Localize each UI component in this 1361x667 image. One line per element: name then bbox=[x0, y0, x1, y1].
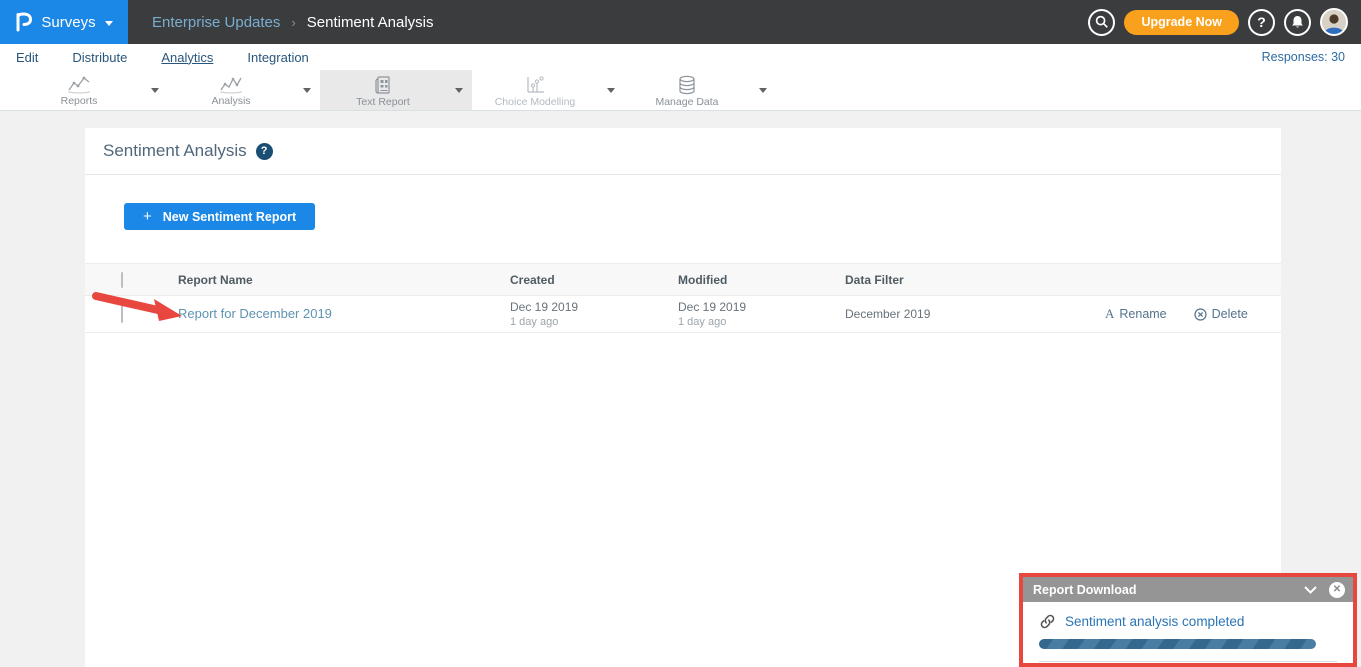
product-name: Surveys bbox=[41, 14, 95, 31]
surveys-product-menu[interactable]: Surveys bbox=[0, 0, 128, 44]
progress-bar bbox=[1039, 639, 1316, 649]
upgrade-now-button[interactable]: Upgrade Now bbox=[1124, 10, 1239, 35]
scatter-chart-icon bbox=[523, 75, 547, 95]
chevron-down-icon bbox=[303, 88, 311, 93]
rename-button[interactable]: A Rename bbox=[1105, 306, 1167, 322]
new-sentiment-report-label: New Sentiment Report bbox=[163, 210, 296, 224]
rename-label: Rename bbox=[1119, 307, 1166, 321]
question-mark-icon: ? bbox=[1257, 14, 1266, 30]
chevron-down-icon bbox=[607, 88, 615, 93]
toolbar-item-label: Text Report bbox=[356, 96, 410, 108]
rename-letter-icon: A bbox=[1105, 306, 1114, 322]
questionpro-logo-icon bbox=[15, 12, 32, 32]
report-document-icon bbox=[371, 75, 395, 95]
collapse-panel-button[interactable] bbox=[1304, 586, 1317, 594]
report-download-header: Report Download ✕ bbox=[1023, 577, 1353, 602]
download-result-link[interactable]: Sentiment analysis completed bbox=[1065, 614, 1244, 629]
report-name-link[interactable]: Report for December 2019 bbox=[178, 306, 332, 321]
manage-data-dropdown-button[interactable] bbox=[750, 70, 776, 110]
table-header-row: Report Name Created Modified Data Filter bbox=[85, 263, 1281, 296]
nav-item-integration[interactable]: Integration bbox=[247, 50, 308, 65]
nav-item-distribute[interactable]: Distribute bbox=[72, 50, 127, 65]
row-checkbox[interactable] bbox=[121, 304, 123, 323]
breadcrumb-current: Sentiment Analysis bbox=[307, 14, 434, 31]
created-relative: 1 day ago bbox=[510, 316, 678, 328]
toolbar-item-choice-modelling[interactable]: Choice Modelling bbox=[472, 70, 624, 110]
analytics-toolbar: Reports Analysis bbox=[0, 70, 1361, 111]
row-actions: A Rename Delete bbox=[1105, 306, 1306, 322]
report-download-title: Report Download bbox=[1033, 583, 1292, 597]
modified-date: Dec 19 2019 bbox=[678, 300, 845, 315]
toolbar-item-label: Manage Data bbox=[655, 96, 718, 108]
nav-item-analytics[interactable]: Analytics bbox=[161, 50, 213, 65]
database-icon bbox=[676, 75, 698, 95]
chevron-down-icon bbox=[105, 21, 113, 26]
panel-divider bbox=[1039, 661, 1337, 662]
notifications-button[interactable] bbox=[1284, 9, 1311, 36]
toolbar-item-label: Analysis bbox=[211, 95, 250, 107]
toolbar-item-text-report-main: Text Report bbox=[320, 70, 446, 110]
breadcrumb: Enterprise Updates › Sentiment Analysis bbox=[152, 14, 433, 31]
toolbar-item-analysis[interactable]: Analysis bbox=[168, 70, 320, 110]
column-header-modified: Modified bbox=[678, 273, 845, 287]
bell-icon bbox=[1291, 15, 1304, 29]
delete-circle-x-icon bbox=[1194, 308, 1207, 321]
report-download-body: Sentiment analysis completed bbox=[1023, 602, 1353, 662]
top-header: Surveys Enterprise Updates › Sentiment A… bbox=[0, 0, 1361, 44]
close-panel-button[interactable]: ✕ bbox=[1329, 582, 1345, 598]
search-icon bbox=[1095, 15, 1109, 29]
select-all-checkbox[interactable] bbox=[121, 272, 123, 288]
avatar[interactable] bbox=[1320, 8, 1348, 36]
reports-table: Report Name Created Modified Data Filter… bbox=[85, 263, 1281, 333]
breadcrumb-parent[interactable]: Enterprise Updates bbox=[152, 14, 280, 31]
header-actions: Upgrade Now ? bbox=[1088, 8, 1361, 36]
modified-relative: 1 day ago bbox=[678, 316, 845, 328]
plus-icon: + bbox=[143, 209, 152, 224]
close-icon: ✕ bbox=[1333, 585, 1341, 595]
delete-button[interactable]: Delete bbox=[1194, 306, 1248, 322]
breadcrumb-separator: › bbox=[291, 15, 295, 30]
table-row: Report for December 2019 Dec 19 2019 1 d… bbox=[85, 296, 1281, 333]
toolbar-item-manage-data-main: Manage Data bbox=[624, 70, 750, 110]
responses-count: Responses: 30 bbox=[1262, 50, 1345, 64]
toolbar-item-text-report[interactable]: Text Report bbox=[320, 70, 472, 110]
toolbar-item-reports[interactable]: Reports bbox=[16, 70, 168, 110]
page-title: Sentiment Analysis bbox=[103, 141, 247, 161]
toolbar-item-reports-main: Reports bbox=[16, 70, 142, 110]
chevron-down-icon bbox=[1304, 586, 1317, 594]
toolbar-item-choice-modelling-main: Choice Modelling bbox=[472, 70, 598, 110]
app-root: Surveys Enterprise Updates › Sentiment A… bbox=[0, 0, 1361, 667]
chevron-down-icon bbox=[151, 88, 159, 93]
report-download-panel: Report Download ✕ Sentiment analysis com… bbox=[1019, 573, 1357, 667]
toolbar-item-label: Reports bbox=[61, 95, 98, 107]
toolbar-item-analysis-main: Analysis bbox=[168, 70, 294, 110]
text-report-dropdown-button[interactable] bbox=[446, 70, 472, 110]
search-button[interactable] bbox=[1088, 9, 1115, 36]
column-header-data-filter: Data Filter bbox=[845, 273, 1105, 287]
toolbar-item-label: Choice Modelling bbox=[495, 96, 576, 108]
card-header: Sentiment Analysis ? bbox=[85, 128, 1281, 175]
link-icon bbox=[1039, 613, 1056, 630]
chevron-down-icon bbox=[759, 88, 767, 93]
line-chart-icon bbox=[66, 75, 92, 94]
new-sentiment-report-button[interactable]: + New Sentiment Report bbox=[124, 203, 315, 230]
delete-label: Delete bbox=[1212, 307, 1248, 321]
reports-dropdown-button[interactable] bbox=[142, 70, 168, 110]
page-help-icon[interactable]: ? bbox=[256, 143, 273, 160]
analysis-dropdown-button[interactable] bbox=[294, 70, 320, 110]
nav-item-edit[interactable]: Edit bbox=[16, 50, 38, 65]
toolbar-item-manage-data[interactable]: Manage Data bbox=[624, 70, 776, 110]
avatar-photo bbox=[1322, 10, 1346, 34]
column-header-report-name: Report Name bbox=[178, 273, 510, 287]
survey-section-nav: Edit Distribute Analytics Integration Re… bbox=[0, 44, 1361, 70]
data-filter-value: December 2019 bbox=[845, 307, 1105, 322]
created-date: Dec 19 2019 bbox=[510, 300, 678, 315]
trend-chart-icon bbox=[218, 75, 244, 94]
column-header-created: Created bbox=[510, 273, 678, 287]
choice-modelling-dropdown-button[interactable] bbox=[598, 70, 624, 110]
chevron-down-icon bbox=[455, 88, 463, 93]
help-button[interactable]: ? bbox=[1248, 9, 1275, 36]
